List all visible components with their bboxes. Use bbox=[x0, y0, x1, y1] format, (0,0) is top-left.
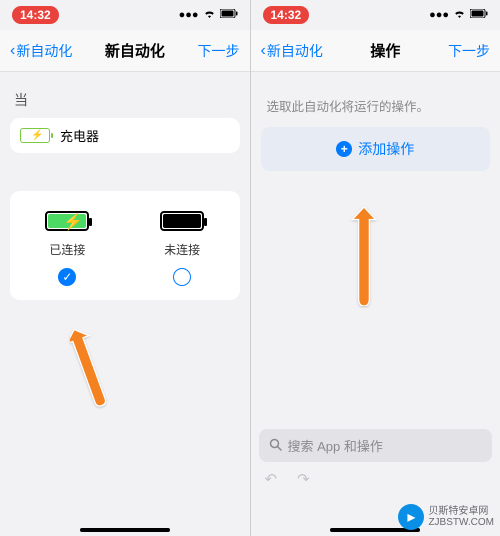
chevron-left-icon: ‹ bbox=[10, 42, 15, 60]
nav-bar: ‹ 新自动化 操作 下一步 bbox=[251, 30, 500, 72]
charger-icon: ⚡ bbox=[20, 128, 50, 143]
toolbar-icons: ↶ ↷ bbox=[259, 470, 493, 488]
add-action-button[interactable]: + 添加操作 bbox=[261, 127, 491, 171]
radio-disconnected[interactable] bbox=[173, 268, 191, 286]
redo-icon[interactable]: ↷ bbox=[297, 470, 310, 488]
time-pill: 14:32 bbox=[263, 6, 310, 24]
status-bar: 14:32 ●●● bbox=[0, 0, 250, 30]
nav-title: 新自动化 bbox=[105, 40, 165, 61]
annotation-arrow bbox=[70, 327, 106, 413]
bottom-area: 搜索 App 和操作 ↶ ↷ bbox=[259, 429, 493, 488]
add-action-label: 添加操作 bbox=[358, 139, 414, 159]
search-input[interactable]: 搜索 App 和操作 bbox=[259, 429, 493, 462]
next-button[interactable]: 下一步 bbox=[448, 41, 490, 61]
time-pill: 14:32 bbox=[12, 6, 59, 24]
option-disconnected[interactable]: 未连接 bbox=[125, 211, 240, 286]
option-disconnected-label: 未连接 bbox=[164, 241, 200, 258]
wifi-icon bbox=[203, 9, 216, 22]
undo-icon[interactable]: ↶ bbox=[265, 470, 278, 488]
battery-charging-icon: ⚡ bbox=[45, 211, 89, 231]
radio-connected[interactable]: ✓ bbox=[58, 268, 76, 286]
right-screenshot: 14:32 ●●● ‹ 新自动化 操作 下一步 选取此自动化将运行的操作。 + … bbox=[251, 0, 500, 536]
nav-title: 操作 bbox=[370, 40, 400, 61]
back-button[interactable]: ‹ 新自动化 bbox=[261, 41, 323, 61]
back-button[interactable]: ‹ 新自动化 bbox=[10, 41, 72, 61]
wifi-icon bbox=[453, 9, 466, 22]
trigger-label: 充电器 bbox=[60, 126, 99, 145]
home-indicator bbox=[80, 528, 170, 532]
connection-options-card: ⚡ 已连接 ✓ 未连接 bbox=[10, 191, 240, 300]
hint-text: 选取此自动化将运行的操作。 bbox=[267, 96, 485, 115]
option-connected[interactable]: ⚡ 已连接 ✓ bbox=[10, 211, 125, 286]
watermark-url: ZJBSTW.COM bbox=[428, 517, 494, 528]
when-label: 当 bbox=[14, 90, 236, 110]
status-bar: 14:32 ●●● bbox=[251, 0, 500, 30]
status-icons: ●●● bbox=[179, 9, 238, 22]
left-screenshot: 14:32 ●●● ‹ 新自动化 新自动化 下一步 当 ⚡ 充电器 ⚡ 已连 bbox=[0, 0, 251, 536]
annotation-arrow bbox=[346, 207, 382, 311]
back-label: 新自动化 bbox=[267, 41, 323, 61]
nav-bar: ‹ 新自动化 新自动化 下一步 bbox=[0, 30, 250, 72]
battery-icon bbox=[470, 9, 488, 21]
trigger-charger-card[interactable]: ⚡ 充电器 bbox=[10, 118, 240, 153]
signal-icon: ●●● bbox=[179, 9, 199, 21]
signal-icon: ●●● bbox=[429, 9, 449, 21]
status-icons: ●●● bbox=[429, 9, 488, 22]
next-button[interactable]: 下一步 bbox=[198, 41, 240, 61]
search-placeholder: 搜索 App 和操作 bbox=[288, 436, 383, 455]
battery-icon bbox=[220, 9, 238, 21]
battery-full-icon bbox=[160, 211, 204, 231]
plus-circle-icon: + bbox=[336, 141, 352, 157]
watermark-brand: 贝斯特安卓网 bbox=[428, 506, 494, 517]
search-icon bbox=[269, 438, 282, 454]
option-connected-label: 已连接 bbox=[49, 241, 85, 258]
watermark: ▸ 贝斯特安卓网 ZJBSTW.COM bbox=[398, 504, 494, 530]
back-label: 新自动化 bbox=[16, 41, 72, 61]
content-area: 选取此自动化将运行的操作。 + 添加操作 搜索 App 和操作 ↶ ↷ bbox=[251, 72, 500, 536]
content-area: 当 ⚡ 充电器 ⚡ 已连接 ✓ 未连接 bbox=[0, 72, 250, 536]
chevron-left-icon: ‹ bbox=[261, 42, 266, 60]
watermark-logo-icon: ▸ bbox=[398, 504, 424, 530]
